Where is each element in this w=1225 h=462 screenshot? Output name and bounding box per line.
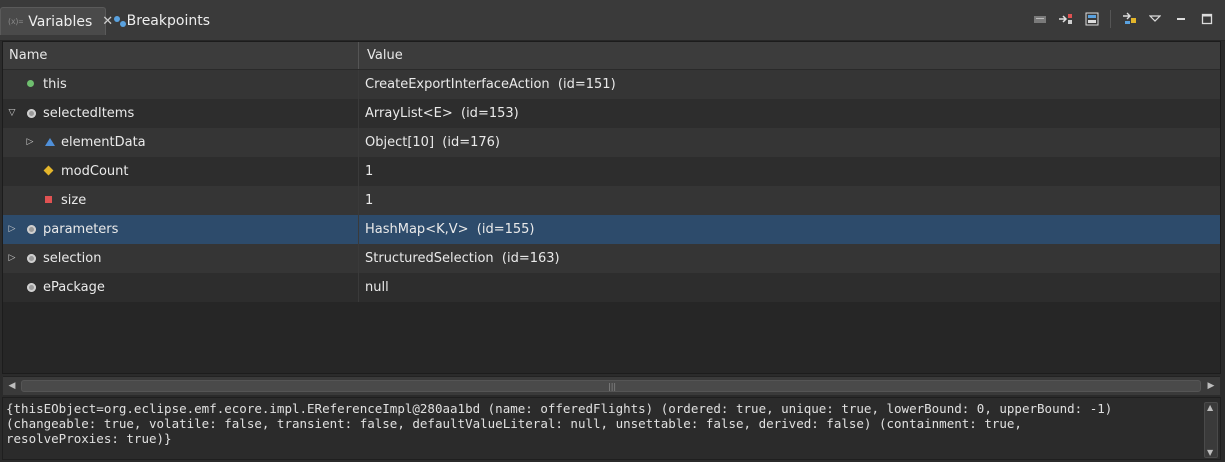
- table-row[interactable]: size 1: [3, 186, 1220, 215]
- variable-name: this: [43, 77, 67, 92]
- tab-breakpoints[interactable]: Breakpoints: [108, 7, 218, 35]
- toolbar-separator: [1110, 10, 1111, 28]
- variable-name: modCount: [61, 164, 129, 179]
- table-body: this CreateExportInterfaceAction (id=151)…: [3, 70, 1220, 302]
- scroll-right-icon[interactable]: ▶: [1205, 380, 1217, 392]
- variables-table: Name Value this CreateExportInterfaceActi…: [2, 41, 1221, 374]
- variable-name: size: [61, 193, 87, 208]
- variable-name: elementData: [61, 135, 146, 150]
- name-cell[interactable]: ▷ parameters: [3, 215, 359, 244]
- show-type-names-icon[interactable]: [1032, 11, 1048, 27]
- local-variable-icon: [27, 80, 34, 87]
- private-field-icon: [45, 196, 52, 203]
- expanded-twisty-icon[interactable]: ▽: [7, 108, 17, 118]
- table-row[interactable]: ▷ parameters HashMap<K,V> (id=155): [3, 215, 1220, 244]
- variable-name: selection: [43, 251, 102, 266]
- column-header-name[interactable]: Name: [3, 42, 359, 69]
- field-icon: [27, 225, 36, 234]
- select-columns-icon[interactable]: [1121, 11, 1137, 27]
- table-header: Name Value: [3, 42, 1220, 70]
- minimize-icon[interactable]: [1173, 11, 1189, 27]
- name-cell[interactable]: modCount: [3, 157, 359, 186]
- table-row[interactable]: ePackage null: [3, 273, 1220, 302]
- vertical-scrollbar[interactable]: ▲ ▼: [1204, 402, 1218, 458]
- field-icon: [27, 109, 36, 118]
- table-row[interactable]: ▷ selection StructuredSelection (id=163): [3, 244, 1220, 273]
- variables-icon: (x)=: [7, 17, 23, 26]
- column-header-value[interactable]: Value: [359, 42, 1220, 69]
- variable-value[interactable]: null: [359, 273, 1220, 302]
- variable-name: ePackage: [43, 280, 105, 295]
- field-icon: [27, 283, 36, 292]
- tab-breakpoints-label: Breakpoints: [126, 13, 210, 29]
- table-row[interactable]: modCount 1: [3, 157, 1220, 186]
- view-menu-icon[interactable]: [1147, 11, 1163, 27]
- name-cell[interactable]: this: [3, 70, 359, 99]
- layout-icon[interactable]: [1084, 11, 1100, 27]
- details-pane[interactable]: {thisEObject=org.eclipse.emf.ecore.impl.…: [2, 397, 1221, 460]
- view-toolbar: [1032, 10, 1215, 28]
- variable-value[interactable]: CreateExportInterfaceAction (id=151): [359, 70, 1220, 99]
- scroll-down-icon[interactable]: ▼: [1207, 448, 1213, 457]
- collapsed-twisty-icon[interactable]: ▷: [7, 224, 17, 234]
- tab-variables[interactable]: (x)= Variables ✕: [0, 7, 113, 35]
- variable-value[interactable]: 1: [359, 157, 1220, 186]
- scrollbar-thumb[interactable]: |||: [21, 380, 1201, 392]
- name-cell[interactable]: size: [3, 186, 359, 215]
- scroll-up-icon[interactable]: ▲: [1207, 403, 1213, 412]
- collapsed-twisty-icon[interactable]: ▷: [7, 253, 17, 263]
- variable-value[interactable]: HashMap<K,V> (id=155): [359, 215, 1220, 244]
- maximize-icon[interactable]: [1199, 11, 1215, 27]
- horizontal-scrollbar[interactable]: ◀ ||| ▶: [3, 376, 1220, 395]
- name-cell[interactable]: ▷ elementData: [3, 128, 359, 157]
- name-cell[interactable]: ▷ selection: [3, 244, 359, 273]
- collapsed-twisty-icon[interactable]: ▷: [25, 137, 35, 147]
- breakpoints-icon: [114, 15, 126, 27]
- view-tab-bar: (x)= Variables ✕ Breakpoints: [0, 0, 1225, 41]
- scroll-left-icon[interactable]: ◀: [6, 380, 18, 392]
- variable-value[interactable]: ArrayList<E> (id=153): [359, 99, 1220, 128]
- scrollbar-grip-icon: |||: [608, 382, 617, 391]
- table-row[interactable]: this CreateExportInterfaceAction (id=151): [3, 70, 1220, 99]
- collapse-all-icon[interactable]: [1058, 11, 1074, 27]
- variable-value[interactable]: 1: [359, 186, 1220, 215]
- variable-value[interactable]: StructuredSelection (id=163): [359, 244, 1220, 273]
- name-cell[interactable]: ▽ selectedItems: [3, 99, 359, 128]
- variable-name: selectedItems: [43, 106, 135, 121]
- table-row[interactable]: ▷ elementData Object[10] (id=176): [3, 128, 1220, 157]
- variable-name: parameters: [43, 222, 119, 237]
- protected-field-icon: [45, 138, 55, 146]
- default-field-icon: [43, 165, 54, 176]
- details-text[interactable]: {thisEObject=org.eclipse.emf.ecore.impl.…: [6, 401, 1196, 446]
- name-cell[interactable]: ePackage: [3, 273, 359, 302]
- tab-variables-label: Variables: [28, 13, 93, 30]
- table-row[interactable]: ▽ selectedItems ArrayList<E> (id=153): [3, 99, 1220, 128]
- variable-value[interactable]: Object[10] (id=176): [359, 128, 1220, 157]
- field-icon: [27, 254, 36, 263]
